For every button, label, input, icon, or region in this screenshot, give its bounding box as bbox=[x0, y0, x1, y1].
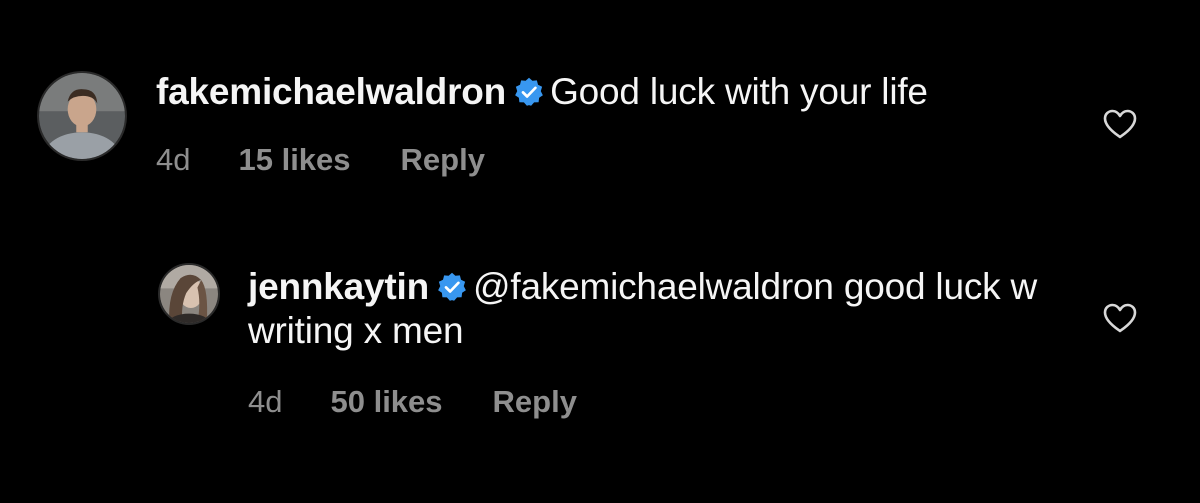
heart-icon[interactable] bbox=[1102, 108, 1138, 140]
likes-count[interactable]: 50 likes bbox=[330, 384, 442, 420]
reply-button[interactable]: Reply bbox=[493, 384, 577, 420]
comment-body: jennkaytin @fakemichaelwaldron good luck … bbox=[248, 265, 1068, 353]
verified-badge-icon bbox=[437, 272, 467, 302]
avatar-image bbox=[39, 73, 125, 159]
comment-text: Good luck with your life bbox=[550, 71, 928, 112]
comment-age: 4d bbox=[156, 142, 191, 177]
likes-count[interactable]: 15 likes bbox=[238, 142, 350, 178]
comment-username[interactable]: fakemichaelwaldron bbox=[156, 71, 506, 112]
comment-age: 4d bbox=[248, 384, 283, 419]
comment-meta: 4d 50 likes Reply bbox=[248, 384, 577, 420]
heart-icon[interactable] bbox=[1102, 302, 1138, 334]
avatar[interactable] bbox=[37, 71, 127, 161]
comment-body: fakemichaelwaldron Good luck with your li… bbox=[156, 70, 1056, 114]
comment-meta: 4d 15 likes Reply bbox=[156, 142, 485, 178]
verified-badge-icon bbox=[514, 77, 544, 107]
reply-button[interactable]: Reply bbox=[401, 142, 485, 178]
avatar-image bbox=[160, 265, 218, 323]
comment-username[interactable]: jennkaytin bbox=[248, 266, 429, 307]
avatar[interactable] bbox=[158, 263, 220, 325]
